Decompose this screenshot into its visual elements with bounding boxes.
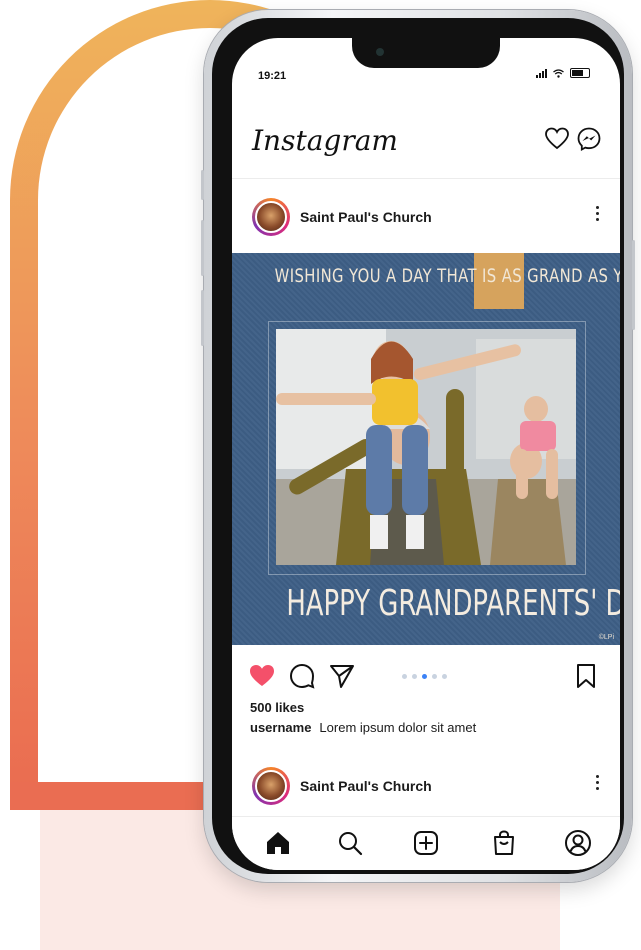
phone-bezel: 19:21 Instagram Saint Paul's Church WISH… [212, 18, 624, 874]
likes-count[interactable]: 500 likes [250, 700, 304, 715]
bottom-tab-bar [232, 816, 620, 870]
phone-mockup: 19:21 Instagram Saint Paul's Church WISH… [201, 10, 635, 882]
pager-dot [412, 674, 417, 679]
caption-username[interactable]: username [250, 720, 311, 735]
post-image[interactable]: WISHING YOU A DAY THAT IS AS GRAND AS YO… [232, 253, 620, 645]
avatar[interactable] [252, 767, 290, 805]
phone-volume-down [201, 290, 204, 346]
wifi-icon [553, 68, 564, 78]
camera-dot [376, 48, 384, 56]
phone-notch [352, 38, 500, 68]
pager-dot [432, 674, 437, 679]
share-icon[interactable] [328, 662, 356, 690]
phone-volume-up [201, 220, 204, 276]
carousel-pager [402, 674, 447, 679]
status-icons [536, 68, 590, 78]
post-caption: username Lorem ipsum dolor sit amet [250, 720, 476, 735]
post-account-name[interactable]: Saint Paul's Church [300, 209, 432, 225]
family-photo [276, 329, 576, 565]
add-post-icon[interactable] [412, 829, 440, 857]
post-actions [232, 656, 620, 696]
pager-dot [442, 674, 447, 679]
phone-mute-switch [201, 170, 204, 200]
next-post-header: Saint Paul's Church [232, 753, 620, 821]
caption-text: Lorem ipsum dolor sit amet [319, 720, 477, 735]
post-image-copyright: ©LPi [598, 634, 614, 641]
post-account-name[interactable]: Saint Paul's Church [300, 778, 432, 794]
signal-icon [536, 68, 547, 78]
phone-power-button [632, 240, 635, 330]
messenger-icon[interactable] [576, 126, 602, 152]
post-image-headline: WISHING YOU A DAY THAT IS AS GRAND AS YO… [274, 265, 620, 287]
background-arch-base [10, 782, 230, 810]
search-icon[interactable] [336, 829, 364, 857]
post-header: Saint Paul's Church [232, 184, 620, 252]
pager-dot [402, 674, 407, 679]
post-image-footer: HAPPY GRANDPARENTS' DAY! [286, 583, 620, 624]
app-header: Instagram [232, 118, 620, 179]
shop-icon[interactable] [490, 829, 518, 857]
pager-dot [422, 674, 427, 679]
home-icon[interactable] [264, 829, 292, 857]
profile-icon[interactable] [564, 829, 592, 857]
bookmark-icon[interactable] [572, 662, 600, 690]
more-options-icon[interactable] [596, 775, 600, 793]
avatar[interactable] [252, 198, 290, 236]
heart-icon[interactable] [544, 126, 570, 152]
phone-screen: 19:21 Instagram Saint Paul's Church WISH… [232, 38, 620, 870]
instagram-logo: Instagram [252, 124, 398, 157]
like-heart-icon[interactable] [248, 662, 276, 690]
comment-icon[interactable] [288, 662, 316, 690]
more-options-icon[interactable] [596, 206, 600, 224]
battery-icon [570, 68, 590, 78]
status-time: 19:21 [258, 70, 287, 82]
